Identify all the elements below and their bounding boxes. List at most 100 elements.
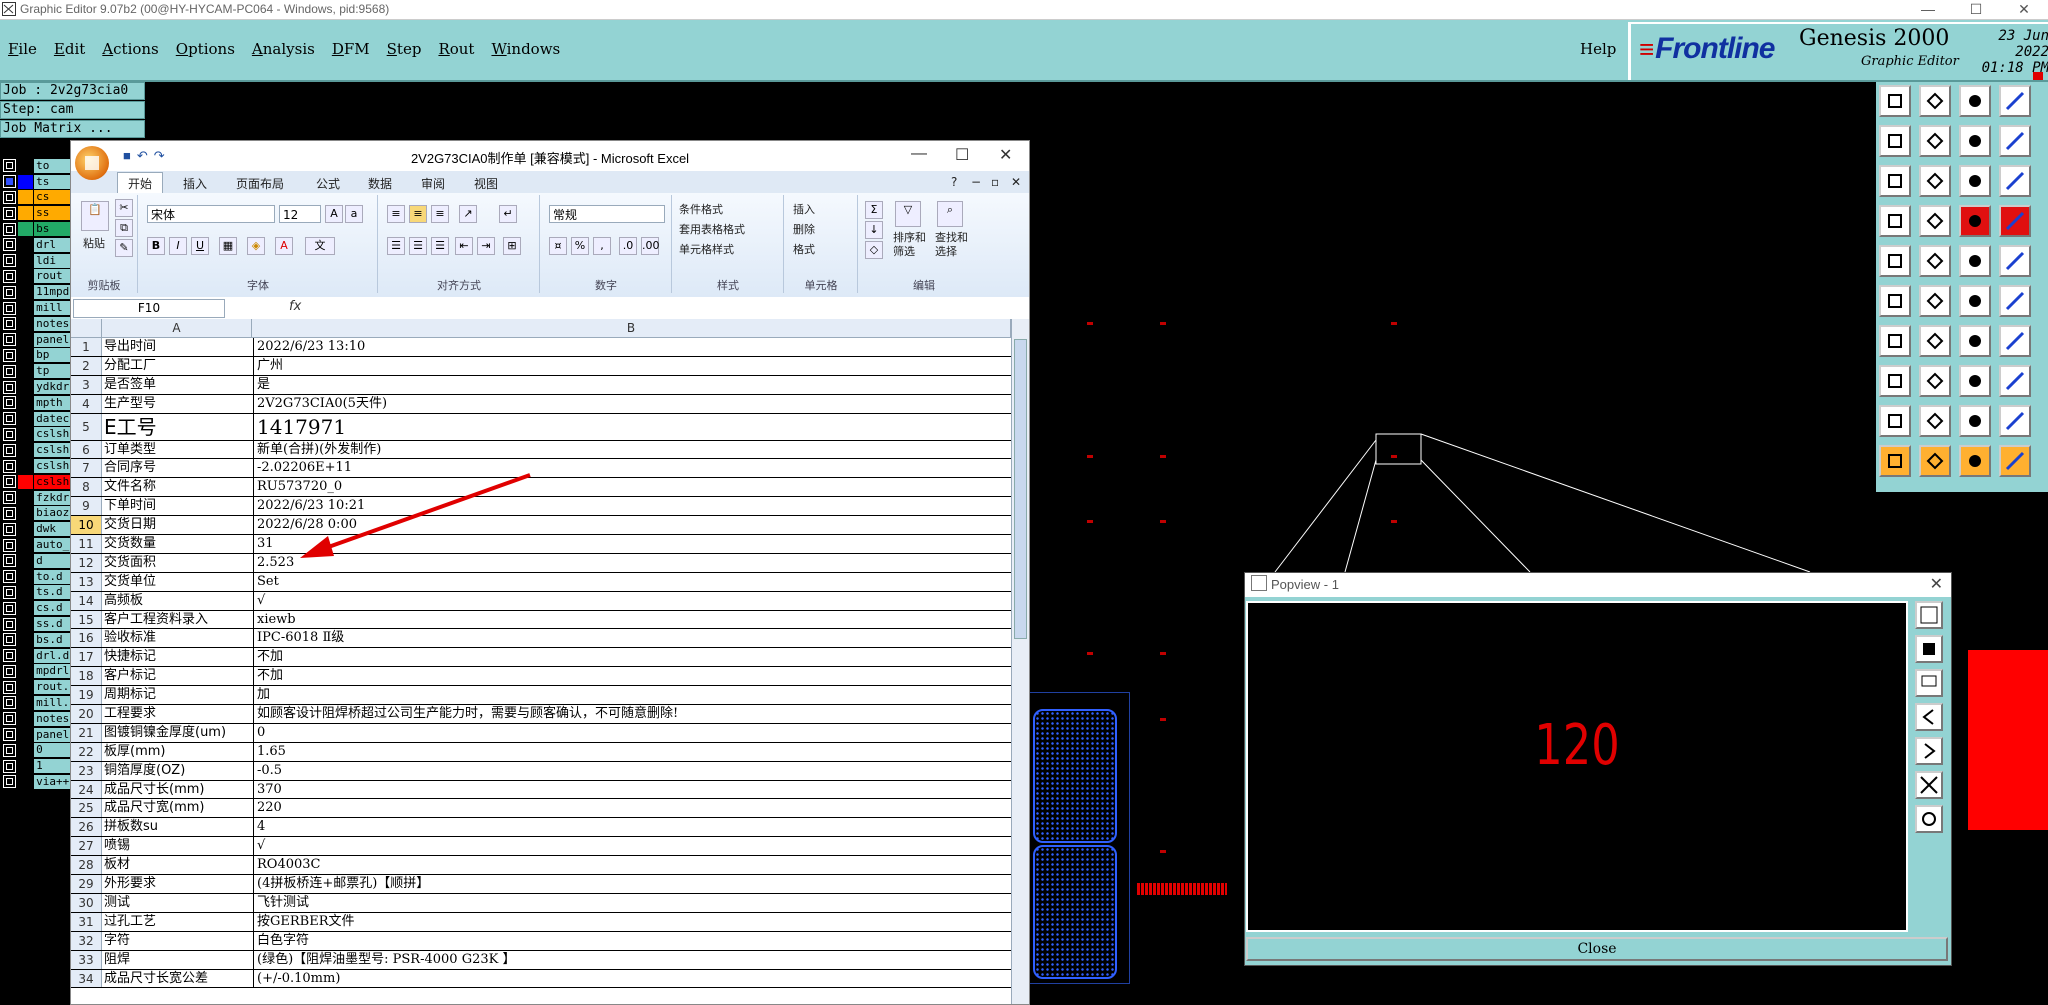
component-icon[interactable] <box>1999 365 2031 397</box>
number-format-select[interactable]: 常规 <box>549 205 665 223</box>
row-header[interactable]: 14 <box>71 591 102 610</box>
pad-icon[interactable] <box>1879 245 1911 277</box>
tab-review[interactable]: 审阅 <box>421 175 445 192</box>
row-header[interactable]: 4 <box>71 394 102 413</box>
layer-checkbox[interactable] <box>3 696 16 710</box>
job-matrix-button[interactable]: Job Matrix ... <box>0 120 145 138</box>
format-painter-icon[interactable]: ✎ <box>115 239 133 257</box>
orientation-icon[interactable]: ↗ <box>459 205 477 223</box>
row-header[interactable]: 9 <box>71 497 102 516</box>
find-select-button[interactable]: 查找和 选择 <box>935 231 968 259</box>
font-color-icon[interactable]: A <box>275 237 293 255</box>
layer-row[interactable]: cs.d <box>0 600 72 616</box>
zoom-out-icon[interactable] <box>1919 125 1951 157</box>
clear-icon[interactable] <box>1999 85 2031 117</box>
cell-a[interactable]: 交货数量 <box>102 535 254 553</box>
column-header-a[interactable]: A <box>102 319 252 337</box>
layer-checkbox[interactable] <box>3 475 16 489</box>
row-header[interactable]: 8 <box>71 478 102 497</box>
popview-close-button[interactable]: Close <box>1246 937 1948 961</box>
cut-icon[interactable]: ✂ <box>115 199 133 217</box>
ribbon-restore-icon[interactable]: ▫ <box>991 175 999 189</box>
layer-checkbox[interactable] <box>3 269 16 283</box>
layer-checkbox[interactable] <box>3 412 16 426</box>
cell-b[interactable]: 2022/6/23 13:10 <box>254 338 1005 356</box>
decrease-decimal-icon[interactable]: .00 <box>641 237 660 255</box>
office-button[interactable] <box>75 146 109 180</box>
cell-a[interactable]: 分配工厂 <box>102 356 254 375</box>
layer-row[interactable]: 1 <box>0 758 72 774</box>
border-icon[interactable]: ▦ <box>219 237 237 255</box>
layer-row[interactable]: bs <box>0 221 72 237</box>
layer-row[interactable]: notes <box>0 316 72 332</box>
row-header[interactable]: 15 <box>71 610 102 629</box>
row-header[interactable]: 16 <box>71 629 102 648</box>
cell-b[interactable]: 不加 <box>254 667 1005 685</box>
excel-maximize-icon[interactable]: ☐ <box>955 145 969 165</box>
cell-b[interactable]: 4 <box>254 818 1005 836</box>
popview-canvas[interactable]: 120 <box>1246 601 1908 932</box>
snap-icon[interactable] <box>1879 365 1911 397</box>
layer-row[interactable]: bs.d <box>0 632 72 648</box>
phonetic-icon[interactable]: 文 <box>305 237 335 255</box>
name-box[interactable]: F10 <box>73 299 225 318</box>
row-header[interactable]: 31 <box>71 912 102 931</box>
cell-b[interactable]: Set <box>254 573 1005 591</box>
angle-icon[interactable] <box>1879 325 1911 357</box>
cell-b[interactable]: -2.02206E+11 <box>254 459 1005 477</box>
layer-checkbox[interactable] <box>3 317 16 331</box>
row-header[interactable]: 25 <box>71 799 102 818</box>
arc-icon[interactable] <box>1999 285 2031 317</box>
maximize-icon[interactable]: ☐ <box>1952 0 2000 19</box>
row-header[interactable]: 26 <box>71 818 102 837</box>
curve-icon[interactable] <box>1959 325 1991 357</box>
layer-row[interactable]: d <box>0 553 72 569</box>
delete-cells-button[interactable]: 删除 <box>793 221 815 237</box>
tab-page-layout[interactable]: 页面布局 <box>236 175 284 192</box>
layer-row[interactable]: auto_ <box>0 537 72 553</box>
row-header[interactable]: 11 <box>71 535 102 553</box>
layer-row[interactable]: ts.d <box>0 585 72 601</box>
row-header[interactable]: 28 <box>71 856 102 875</box>
cell-a[interactable]: 高频板 <box>102 591 254 610</box>
autosum-icon[interactable]: Σ <box>865 201 883 219</box>
row-header[interactable]: 12 <box>71 553 102 572</box>
layer-row[interactable]: rout <box>0 269 72 285</box>
menu-file[interactable]: File <box>8 40 37 58</box>
popview-left-icon[interactable] <box>1915 703 1943 731</box>
sort-filter-icon[interactable]: ▽ <box>895 201 921 227</box>
cell-a[interactable]: 验收标准 <box>102 629 254 648</box>
cell-b[interactable]: -0.5 <box>254 762 1005 780</box>
cell-a[interactable]: 导出时间 <box>102 338 254 356</box>
row-header[interactable]: 34 <box>71 969 102 988</box>
layer-row[interactable]: cslsh <box>0 458 72 474</box>
dash-icon[interactable] <box>1959 245 1991 277</box>
row-header[interactable]: 6 <box>71 440 102 459</box>
tab-data[interactable]: 数据 <box>368 175 392 192</box>
layer-checkbox[interactable] <box>3 664 16 678</box>
layer-checkbox[interactable] <box>3 380 16 394</box>
layer-checkbox[interactable] <box>3 364 16 378</box>
layer-checkbox[interactable] <box>3 743 16 757</box>
align-middle-icon[interactable]: ≡ <box>409 205 427 223</box>
stop-indicator[interactable] <box>2033 72 2043 80</box>
close-icon[interactable]: ✕ <box>2000 0 2048 19</box>
layer-checkbox[interactable] <box>3 570 16 584</box>
cell-a[interactable]: 测试 <box>102 893 254 912</box>
sort-filter-button[interactable]: 排序和 筛选 <box>893 231 926 259</box>
row-header[interactable]: 13 <box>71 572 102 591</box>
excel-minimize-icon[interactable]: — <box>911 145 927 163</box>
popview-expand-icon[interactable] <box>1915 771 1943 799</box>
cell-b[interactable]: 1417971 <box>254 414 1005 440</box>
scroll-thumb[interactable] <box>1014 339 1027 639</box>
cell-b[interactable]: xiewb <box>254 611 1005 629</box>
help-icon[interactable] <box>1999 165 2031 197</box>
paste-button[interactable]: 粘贴 <box>83 235 105 251</box>
row-header[interactable]: 24 <box>71 780 102 799</box>
cell-a[interactable]: 交货日期 <box>102 516 254 535</box>
underline-icon[interactable]: U <box>191 237 209 255</box>
select-all-corner[interactable] <box>71 319 102 337</box>
graphics-icon[interactable] <box>1879 205 1911 237</box>
row-header[interactable]: 29 <box>71 875 102 893</box>
dot-icon[interactable] <box>1959 285 1991 317</box>
